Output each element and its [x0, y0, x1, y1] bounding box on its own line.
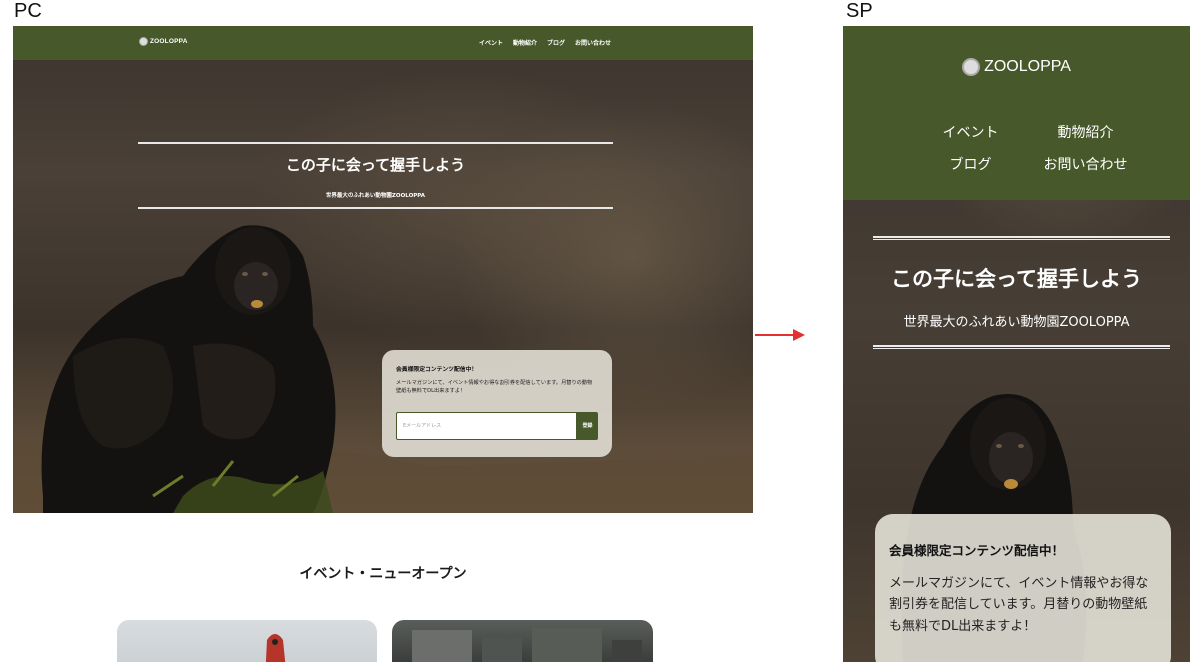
pc-label: PC	[14, 0, 42, 22]
pc-member-card: 会員様限定コンテンツ配信中！ メールマガジンにて、イベント情報やお得な割引券を配…	[382, 350, 612, 457]
panda-face-icon	[962, 58, 981, 76]
pc-nav-events[interactable]: イベント	[479, 38, 503, 47]
pc-hero-rule-top	[138, 142, 613, 144]
sp-nav-contact[interactable]: お問い合わせ	[1028, 154, 1143, 174]
sp-member-card: 会員様限定コンテンツ配信中！ メールマガジンにて、イベント情報やお得な割引券を配…	[875, 514, 1171, 662]
panda-face-icon	[139, 37, 148, 46]
pc-hero-title: この子に会って握手しよう	[285, 156, 466, 174]
arrow-head-icon	[793, 329, 805, 341]
pc-brand-text: ZOOLOPPA	[150, 38, 188, 45]
sp-nav-events[interactable]: イベント	[913, 122, 1028, 142]
event-card-image[interactable]	[117, 620, 377, 662]
sp-hero-title: この子に会って握手しよう	[891, 267, 1142, 291]
sp-hero-rule-bottom	[873, 345, 1170, 349]
event-card-image[interactable]	[392, 620, 653, 662]
sp-hero-rule-top	[873, 236, 1170, 240]
pc-nav-contact[interactable]: お問い合わせ	[575, 38, 611, 47]
sp-logo[interactable]: ZOOLOPPA	[843, 58, 1190, 76]
pc-nav-blog[interactable]: ブログ	[547, 38, 565, 47]
pc-member-card-title: 会員様限定コンテンツ配信中！	[396, 367, 478, 373]
sp-navbar: ZOOLOPPA イベント 動物紹介 ブログ お問い合わせ	[843, 26, 1190, 200]
pc-member-card-body: メールマガジンにて、イベント情報やお得な割引券を配信しています。月替りの動物壁紙…	[396, 380, 593, 395]
pc-mockup: ZOOLOPPA イベント 動物紹介 ブログ お問い合わせ この子に会って握手し…	[13, 26, 753, 662]
sp-member-card-body: メールマガジンにて、イベント情報やお得な割引券を配信しています。月替りの動物壁紙…	[889, 576, 1149, 634]
pc-hero-subtitle: 世界最大のふれあい動物園ZOOLOPPA	[325, 193, 426, 199]
pc-section-title: イベント・ニューオープン	[299, 566, 467, 582]
sp-nav-blog[interactable]: ブログ	[913, 154, 1028, 174]
pc-nav-animals[interactable]: 動物紹介	[513, 38, 537, 47]
pc-register-button[interactable]: 登録	[577, 412, 598, 440]
pc-logo[interactable]: ZOOLOPPA	[139, 37, 188, 46]
pc-menu: イベント 動物紹介 ブログ お問い合わせ	[479, 38, 611, 47]
sp-member-card-title: 会員様限定コンテンツ配信中！	[889, 543, 1065, 558]
sp-brand-text: ZOOLOPPA	[984, 58, 1071, 75]
pc-navbar: ZOOLOPPA イベント 動物紹介 ブログ お問い合わせ	[13, 26, 753, 60]
sp-label: SP	[846, 0, 873, 22]
pc-hero-rule-bottom	[138, 207, 613, 209]
parrot-image	[265, 634, 286, 662]
pc-email-form: Eメールアドレス 登録	[396, 412, 598, 440]
sp-nav-animals[interactable]: 動物紹介	[1028, 122, 1143, 142]
building-image	[412, 628, 642, 662]
sp-mockup: ZOOLOPPA イベント 動物紹介 ブログ お問い合わせ この子に会って握手し…	[843, 26, 1190, 662]
arrow-right-icon	[755, 334, 795, 336]
pc-email-input[interactable]: Eメールアドレス	[396, 412, 577, 440]
sp-hero-subtitle: 世界最大のふれあい動物園ZOOLOPPA	[903, 315, 1130, 330]
sp-menu: イベント 動物紹介 ブログ お問い合わせ	[913, 122, 1143, 174]
